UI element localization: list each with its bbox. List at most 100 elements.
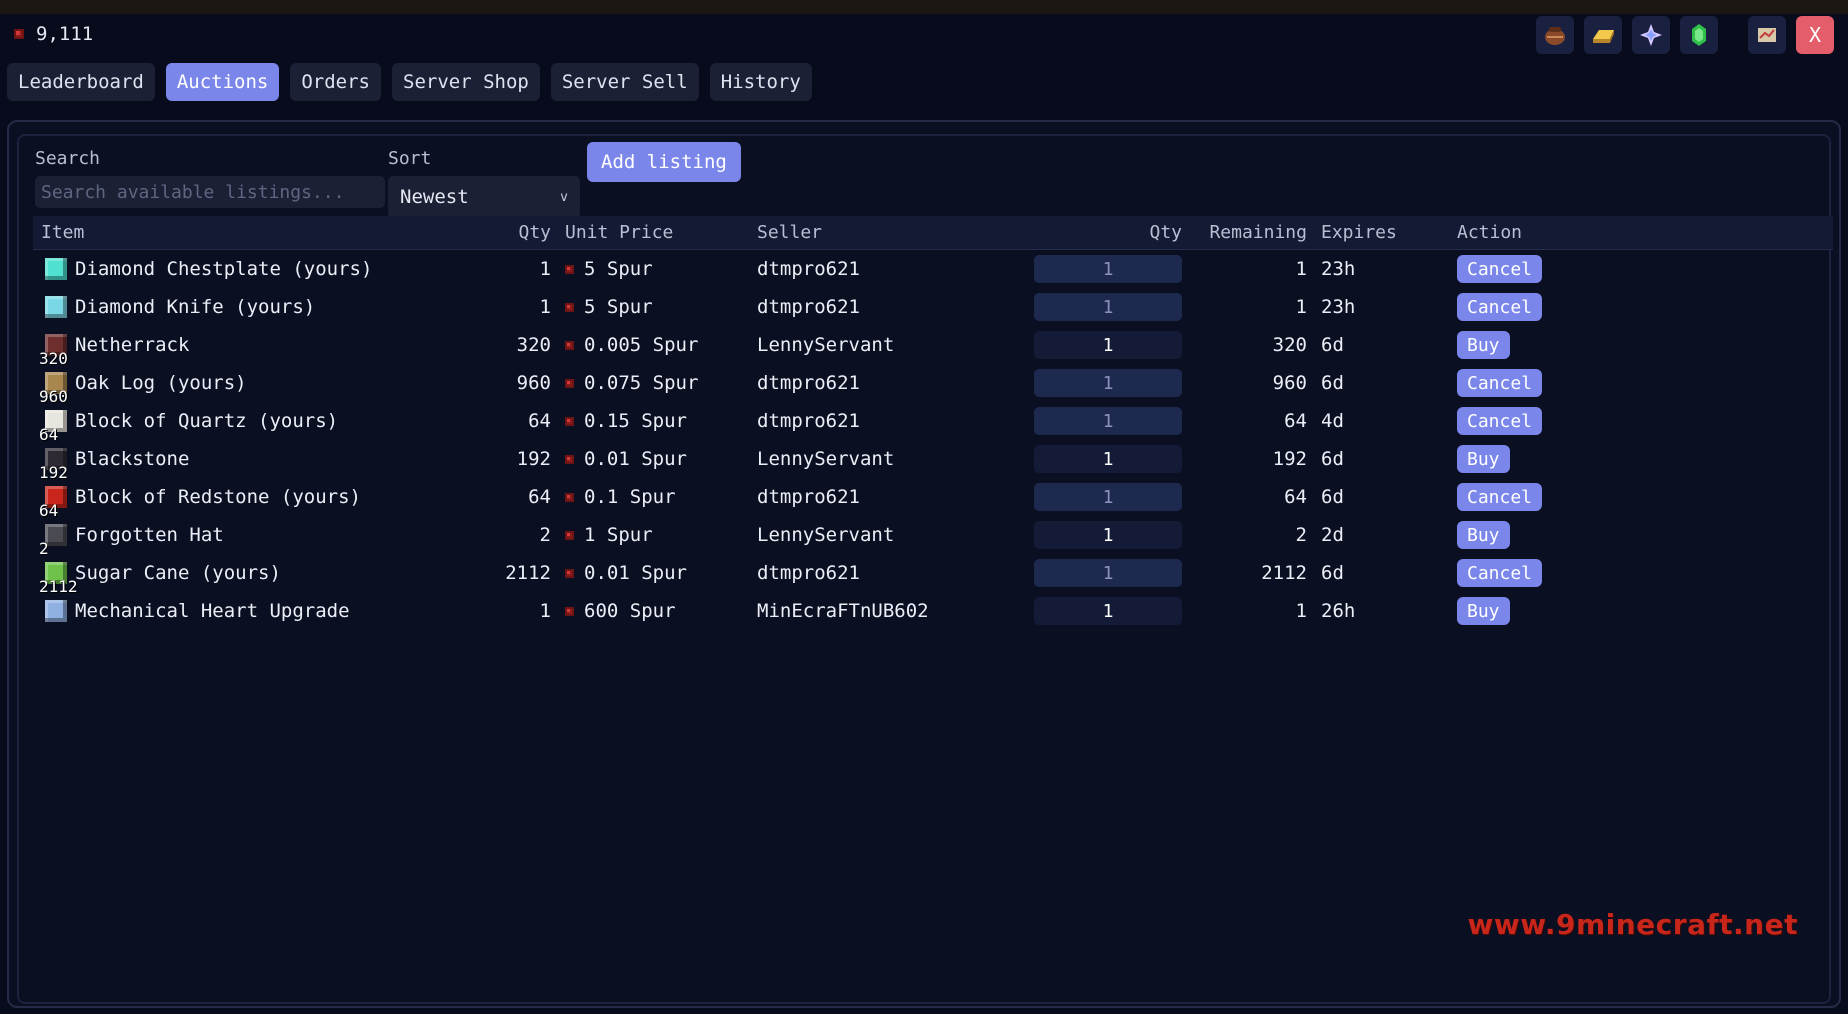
- seller-cell: dtmpro621: [757, 486, 860, 508]
- cancel-button[interactable]: Cancel: [1457, 407, 1543, 435]
- col-remaining[interactable]: Remaining: [1183, 216, 1307, 249]
- qty-cell: 1: [539, 258, 551, 280]
- spur-coin-icon: [565, 530, 574, 540]
- item-name: Diamond Knife (yours): [75, 296, 316, 318]
- mechanical-heart-icon: [41, 596, 71, 626]
- item-cell: 2112 Sugar Cane (yours): [39, 554, 281, 596]
- quantity-input[interactable]: 1: [1034, 483, 1182, 511]
- tab-auctions[interactable]: Auctions: [165, 63, 280, 101]
- buy-button[interactable]: Buy: [1457, 521, 1510, 549]
- item-name: Netherrack: [75, 334, 190, 356]
- tab-bar: Leaderboard Auctions Orders Server Shop …: [7, 63, 812, 101]
- tab-server-shop[interactable]: Server Shop: [392, 63, 540, 101]
- price-value: 0.005 Spur: [584, 334, 699, 356]
- gold-ingot-icon[interactable]: [1584, 16, 1622, 54]
- item-name: Oak Log (yours): [75, 372, 247, 394]
- expires-cell: 6d: [1321, 448, 1344, 470]
- tab-server-sell[interactable]: Server Sell: [550, 63, 699, 101]
- netherrack-icon: 320: [39, 330, 71, 368]
- price-cell: 0.1 Spur: [565, 478, 676, 516]
- remaining-cell: 960: [1272, 372, 1307, 394]
- col-qty[interactable]: Qty: [453, 216, 551, 249]
- cancel-button[interactable]: Cancel: [1457, 255, 1543, 283]
- add-listing-button[interactable]: Add listing: [587, 142, 741, 182]
- listings-table: Item Qty Unit Price Seller Qty Remaining…: [33, 216, 1833, 630]
- oak-log-icon: 960: [39, 368, 71, 406]
- seller-cell: dtmpro621: [757, 410, 860, 432]
- price-value: 0.01 Spur: [584, 448, 687, 470]
- qty-cell: 64: [528, 410, 551, 432]
- seller-cell: dtmpro621: [757, 372, 860, 394]
- quantity-input[interactable]: 1: [1034, 255, 1182, 283]
- col-item[interactable]: Item: [41, 216, 84, 249]
- emerald-icon[interactable]: [1680, 16, 1718, 54]
- expires-cell: 4d: [1321, 410, 1344, 432]
- map-icon[interactable]: [1748, 16, 1786, 54]
- quantity-input[interactable]: 1: [1034, 331, 1182, 359]
- spur-coin-icon: [565, 492, 574, 502]
- spur-coin-icon: [565, 454, 574, 464]
- item-cell: 64 Block of Redstone (yours): [39, 478, 361, 520]
- buy-button[interactable]: Buy: [1457, 445, 1510, 473]
- col-unit-price[interactable]: Unit Price: [565, 216, 673, 249]
- table-row: 64 Block of Quartz (yours) 64 0.15 Spur …: [33, 402, 1833, 444]
- tab-orders[interactable]: Orders: [290, 63, 381, 101]
- watermark: www.9minecraft.net: [1467, 908, 1798, 941]
- seller-cell: LennyServant: [757, 334, 895, 356]
- quantity-input[interactable]: 1: [1034, 407, 1182, 435]
- price-value: 0.15 Spur: [584, 410, 687, 432]
- col-seller[interactable]: Seller: [757, 216, 822, 249]
- item-cell: 320 Netherrack: [39, 326, 190, 368]
- item-cell: Diamond Knife (yours): [41, 288, 315, 326]
- table-row: Diamond Chestplate (yours) 1 5 Spur dtmp…: [33, 250, 1833, 288]
- cancel-button[interactable]: Cancel: [1457, 483, 1543, 511]
- price-cell: 0.005 Spur: [565, 326, 698, 364]
- table-row: 2 Forgotten Hat 2 1 Spur LennyServant 1 …: [33, 516, 1833, 558]
- item-name: Block of Redstone (yours): [75, 486, 361, 508]
- action-cell: Cancel: [1457, 250, 1543, 288]
- quantity-input[interactable]: 1: [1034, 293, 1182, 321]
- remaining-cell: 64: [1284, 410, 1307, 432]
- item-cell: 64 Block of Quartz (yours): [39, 402, 339, 444]
- auctions-panel: Search Sort Newest v Add listing Item Qt…: [7, 120, 1841, 1008]
- item-name: Forgotten Hat: [75, 524, 224, 546]
- close-button[interactable]: X: [1796, 16, 1834, 54]
- action-cell: Buy: [1457, 516, 1510, 554]
- cancel-button[interactable]: Cancel: [1457, 559, 1543, 587]
- cancel-button[interactable]: Cancel: [1457, 293, 1543, 321]
- quantity-input[interactable]: 1: [1034, 369, 1182, 397]
- spur-coin-icon: [565, 302, 574, 312]
- seller-cell: dtmpro621: [757, 258, 860, 280]
- quantity-input[interactable]: 1: [1034, 445, 1182, 473]
- sort-label: Sort: [388, 148, 432, 169]
- table-row: 64 Block of Redstone (yours) 64 0.1 Spur…: [33, 478, 1833, 520]
- qty-cell: 192: [516, 448, 551, 470]
- qty-cell: 960: [516, 372, 551, 394]
- buy-button[interactable]: Buy: [1457, 597, 1510, 625]
- price-cell: 0.15 Spur: [565, 402, 687, 440]
- buy-button[interactable]: Buy: [1457, 331, 1510, 359]
- tab-history[interactable]: History: [709, 63, 812, 101]
- col-qty-input: Qty: [1149, 222, 1182, 243]
- action-cell: Buy: [1457, 440, 1510, 478]
- sort-value: Newest: [400, 186, 469, 208]
- seller-cell: LennyServant: [757, 448, 895, 470]
- seller-cell: dtmpro621: [757, 562, 860, 584]
- qty-cell: 1: [539, 296, 551, 318]
- leather-pouch-icon[interactable]: [1536, 16, 1574, 54]
- action-cell: Cancel: [1457, 402, 1543, 440]
- quantity-input[interactable]: 1: [1034, 597, 1182, 625]
- chevron-down-icon: v: [560, 189, 568, 205]
- sort-select[interactable]: Newest v: [388, 176, 580, 218]
- quantity-input[interactable]: 1: [1034, 521, 1182, 549]
- balance-display: 9,111: [14, 20, 93, 48]
- search-input[interactable]: [35, 176, 385, 208]
- quantity-input[interactable]: 1: [1034, 559, 1182, 587]
- item-name: Block of Quartz (yours): [75, 410, 339, 432]
- star-icon[interactable]: [1632, 16, 1670, 54]
- tab-leaderboard[interactable]: Leaderboard: [7, 63, 155, 101]
- expires-cell: 2d: [1321, 524, 1344, 546]
- col-expires[interactable]: Expires: [1321, 216, 1397, 249]
- action-cell: Cancel: [1457, 288, 1543, 326]
- cancel-button[interactable]: Cancel: [1457, 369, 1543, 397]
